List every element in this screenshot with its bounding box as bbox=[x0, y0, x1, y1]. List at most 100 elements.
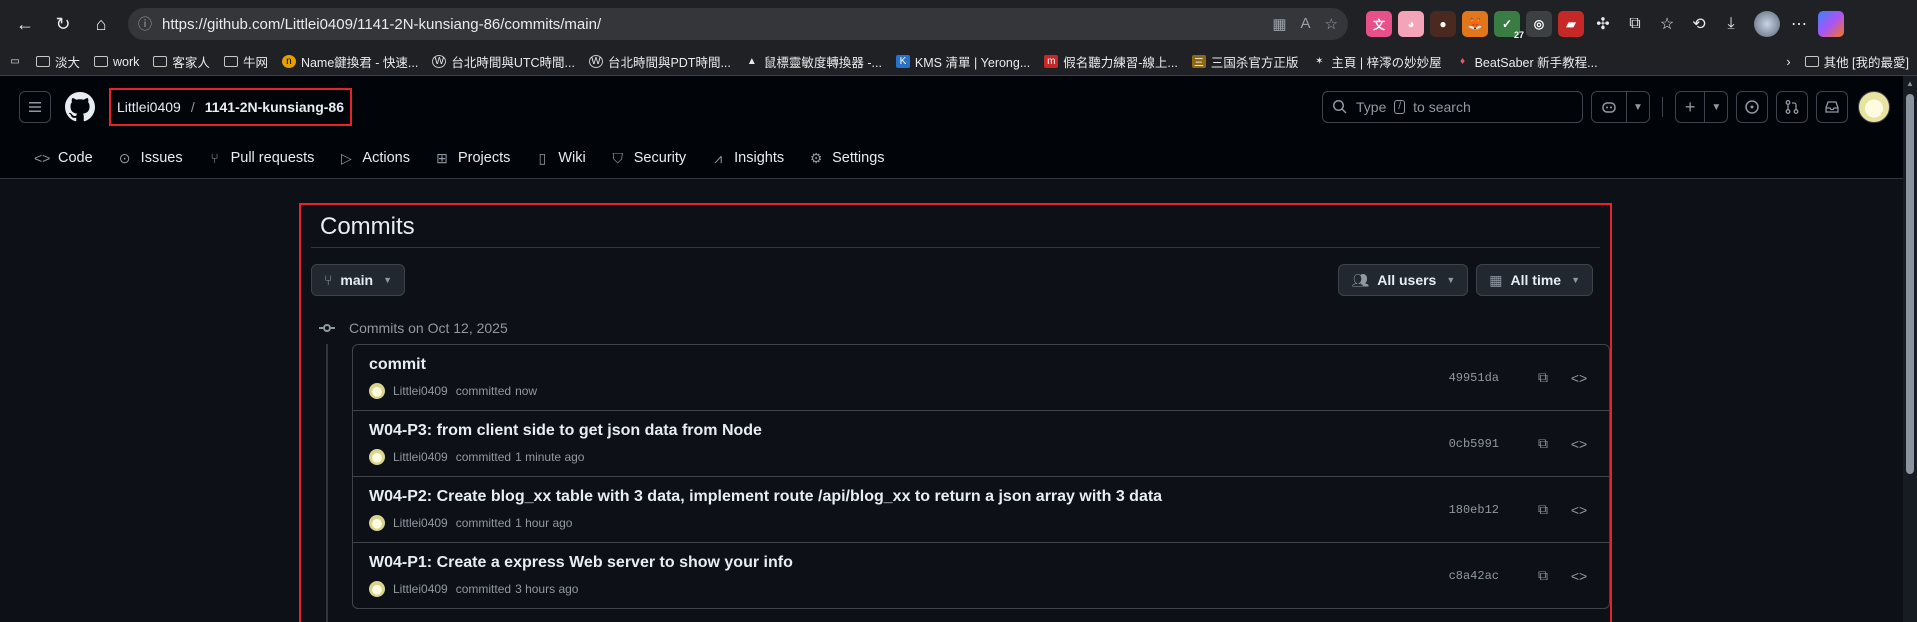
m-icon: m bbox=[1044, 55, 1059, 68]
bookmark-item[interactable]: 三三国杀官方正版 bbox=[1191, 52, 1298, 71]
create-new-button[interactable]: + ▼ bbox=[1674, 91, 1729, 123]
commit-sha-link[interactable]: 180eb12 bbox=[1449, 503, 1499, 517]
chevron-down-icon[interactable]: ▼ bbox=[1626, 92, 1649, 122]
downloads-icon[interactable]: ⤓ bbox=[1718, 11, 1744, 37]
bookmark-item[interactable]: W 台北時間與PDT時間... bbox=[588, 52, 731, 71]
author-avatar[interactable] bbox=[369, 515, 385, 531]
inbox-button[interactable] bbox=[1816, 91, 1849, 123]
gear-icon: ⚙ bbox=[809, 149, 823, 166]
commit-title-link[interactable]: W04-P2: Create blog_xx table with 3 data… bbox=[369, 488, 1449, 506]
tab-settings[interactable]: ⚙ Settings bbox=[800, 142, 892, 174]
extension-dark-icon[interactable]: ● bbox=[1430, 11, 1456, 37]
tab-insights[interactable]: ⩘ Insights bbox=[702, 142, 792, 174]
copy-sha-button[interactable]: ⧉ bbox=[1529, 364, 1557, 392]
puzzle-extensions-icon[interactable]: ✣ bbox=[1590, 11, 1616, 37]
copy-icon: ⧉ bbox=[1538, 369, 1548, 385]
favorite-star-icon[interactable]: ☆ bbox=[1325, 15, 1338, 33]
copy-icon: ⧉ bbox=[1538, 501, 1548, 517]
copilot-button[interactable]: ▼ bbox=[1591, 91, 1650, 123]
scroll-up-icon[interactable]: ▲ bbox=[1906, 79, 1914, 88]
search-input[interactable]: Type / to search bbox=[1322, 91, 1583, 123]
author-avatar[interactable] bbox=[369, 581, 385, 597]
commit-row: W04-P1: Create a express Web server to s… bbox=[353, 543, 1609, 608]
tab-actions[interactable]: ▷ Actions bbox=[330, 142, 418, 174]
copy-sha-button[interactable]: ⧉ bbox=[1529, 496, 1557, 524]
browse-repo-button[interactable]: <> bbox=[1565, 364, 1593, 392]
tab-security[interactable]: ⛉ Security bbox=[602, 142, 694, 174]
extension-cat-icon[interactable]: ◕ bbox=[1398, 11, 1424, 37]
scrollbar-thumb[interactable] bbox=[1906, 94, 1914, 474]
bookmark-item[interactable]: work bbox=[94, 55, 139, 69]
tab-code[interactable]: <> Code bbox=[26, 142, 101, 174]
commit-sha-link[interactable]: 49951da bbox=[1449, 371, 1499, 385]
extension-eye-icon[interactable]: ◎ bbox=[1526, 11, 1552, 37]
site-info-icon[interactable]: ⓘ bbox=[138, 14, 152, 34]
bookmark-item[interactable]: K KMS 清單 | Yerong... bbox=[895, 52, 1030, 71]
commit-author[interactable]: Littlei0409 bbox=[393, 516, 448, 530]
apps-icon[interactable]: ▦ bbox=[1272, 15, 1286, 33]
commit-sha-link[interactable]: c8a42ac bbox=[1449, 569, 1499, 583]
bookmark-item[interactable]: n Name鍵換君 - 快速... bbox=[281, 52, 418, 71]
bookmark-item[interactable]: ✶ 主頁 | 梓澪の妙妙屋 bbox=[1312, 52, 1441, 71]
bookmark-item[interactable]: ▲ 鼠標靈敏度轉換器 -... bbox=[745, 52, 882, 71]
commit-title-link[interactable]: W04-P3: from client side to get json dat… bbox=[369, 422, 1449, 440]
commit-author[interactable]: Littlei0409 bbox=[393, 384, 448, 398]
bookmark-item[interactable]: ♦ BeatSaber 新手教程... bbox=[1456, 52, 1598, 71]
tab-pull-requests[interactable]: ⑂ Pull requests bbox=[199, 142, 323, 174]
pull-requests-button[interactable] bbox=[1776, 91, 1809, 123]
chevron-right-icon[interactable]: › bbox=[1786, 55, 1790, 69]
tab-issues[interactable]: ⊙ Issues bbox=[109, 142, 191, 174]
copy-sha-button[interactable]: ⧉ bbox=[1529, 562, 1557, 590]
extension-fox-icon[interactable]: 🦊 bbox=[1462, 11, 1488, 37]
commit-title-link[interactable]: W04-P1: Create a express Web server to s… bbox=[369, 554, 1449, 572]
favorites-icon[interactable]: ☆ bbox=[1654, 11, 1680, 37]
extension-badge-icon[interactable]: ✓ 27 bbox=[1494, 11, 1524, 40]
extension-translate-icon[interactable]: 文 bbox=[1366, 11, 1392, 37]
more-menu-icon[interactable]: ⋯ bbox=[1786, 11, 1812, 37]
commit-title-link[interactable]: commit bbox=[369, 356, 1449, 374]
issues-button[interactable] bbox=[1736, 91, 1769, 123]
tab-projects[interactable]: ⊞ Projects bbox=[426, 142, 518, 174]
history-icon[interactable]: ⟲ bbox=[1686, 11, 1712, 37]
code-icon: <> bbox=[1570, 435, 1588, 452]
repo-name-link[interactable]: 1141-2N-kunsiang-86 bbox=[205, 99, 344, 115]
bookmark-item[interactable]: 牛网 bbox=[223, 52, 268, 71]
browse-repo-button[interactable]: <> bbox=[1565, 496, 1593, 524]
code-icon: <> bbox=[34, 150, 51, 166]
page-scrollbar[interactable]: ▲ bbox=[1903, 76, 1917, 622]
commit-sha-link[interactable]: 0cb5991 bbox=[1449, 437, 1499, 451]
other-bookmarks[interactable]: 其他 [我的最愛] bbox=[1804, 52, 1909, 71]
read-aloud-icon[interactable]: A bbox=[1301, 15, 1311, 33]
author-avatar[interactable] bbox=[369, 383, 385, 399]
extension-red-icon[interactable]: ▰ bbox=[1558, 11, 1584, 37]
back-icon[interactable]: ← bbox=[8, 7, 42, 41]
copilot-icon[interactable] bbox=[1818, 11, 1844, 37]
home-icon[interactable]: ⌂ bbox=[84, 7, 118, 41]
users-filter[interactable]: 👥︎ All users ▼ bbox=[1338, 264, 1469, 296]
commit-author[interactable]: Littlei0409 bbox=[393, 582, 448, 596]
bookmark-item[interactable]: 客家人 bbox=[153, 52, 210, 71]
tab-wiki[interactable]: ▯ Wiki bbox=[526, 142, 593, 174]
github-logo-icon[interactable] bbox=[65, 92, 95, 122]
bookmarks-bar: ▭ 淡大 work 客家人 牛网 n Name鍵換君 - 快速... W 台北時間與… bbox=[0, 48, 1917, 76]
hamburger-menu-button[interactable] bbox=[19, 91, 51, 123]
user-avatar[interactable] bbox=[1858, 91, 1891, 123]
bookmark-item[interactable]: W 台北時間與UTC時間... bbox=[432, 52, 575, 71]
browse-repo-button[interactable]: <> bbox=[1565, 562, 1593, 590]
url-text[interactable]: https://github.com/Littlei0409/1141-2N-k… bbox=[162, 16, 1262, 33]
commit-author[interactable]: Littlei0409 bbox=[393, 450, 448, 464]
reload-icon[interactable]: ↻ bbox=[46, 7, 80, 41]
folder-icon bbox=[223, 56, 238, 67]
profile-avatar[interactable] bbox=[1754, 11, 1780, 37]
bookmarks-toggle-icon[interactable]: ▭ bbox=[8, 55, 22, 68]
author-avatar[interactable] bbox=[369, 449, 385, 465]
address-bar[interactable]: ⓘ https://github.com/Littlei0409/1141-2N… bbox=[128, 8, 1348, 40]
branch-selector[interactable]: ⑂ main ▼ bbox=[311, 264, 406, 296]
time-filter[interactable]: ▦ All time ▼ bbox=[1476, 264, 1593, 296]
browse-repo-button[interactable]: <> bbox=[1565, 430, 1593, 458]
bookmark-item[interactable]: 淡大 bbox=[36, 52, 80, 71]
copy-sha-button[interactable]: ⧉ bbox=[1529, 430, 1557, 458]
split-screen-icon[interactable]: ⧉ bbox=[1622, 11, 1648, 37]
bookmark-item[interactable]: m 假名聽力練習-線上... bbox=[1044, 52, 1178, 71]
repo-owner-link[interactable]: Littlei0409 bbox=[117, 99, 181, 115]
